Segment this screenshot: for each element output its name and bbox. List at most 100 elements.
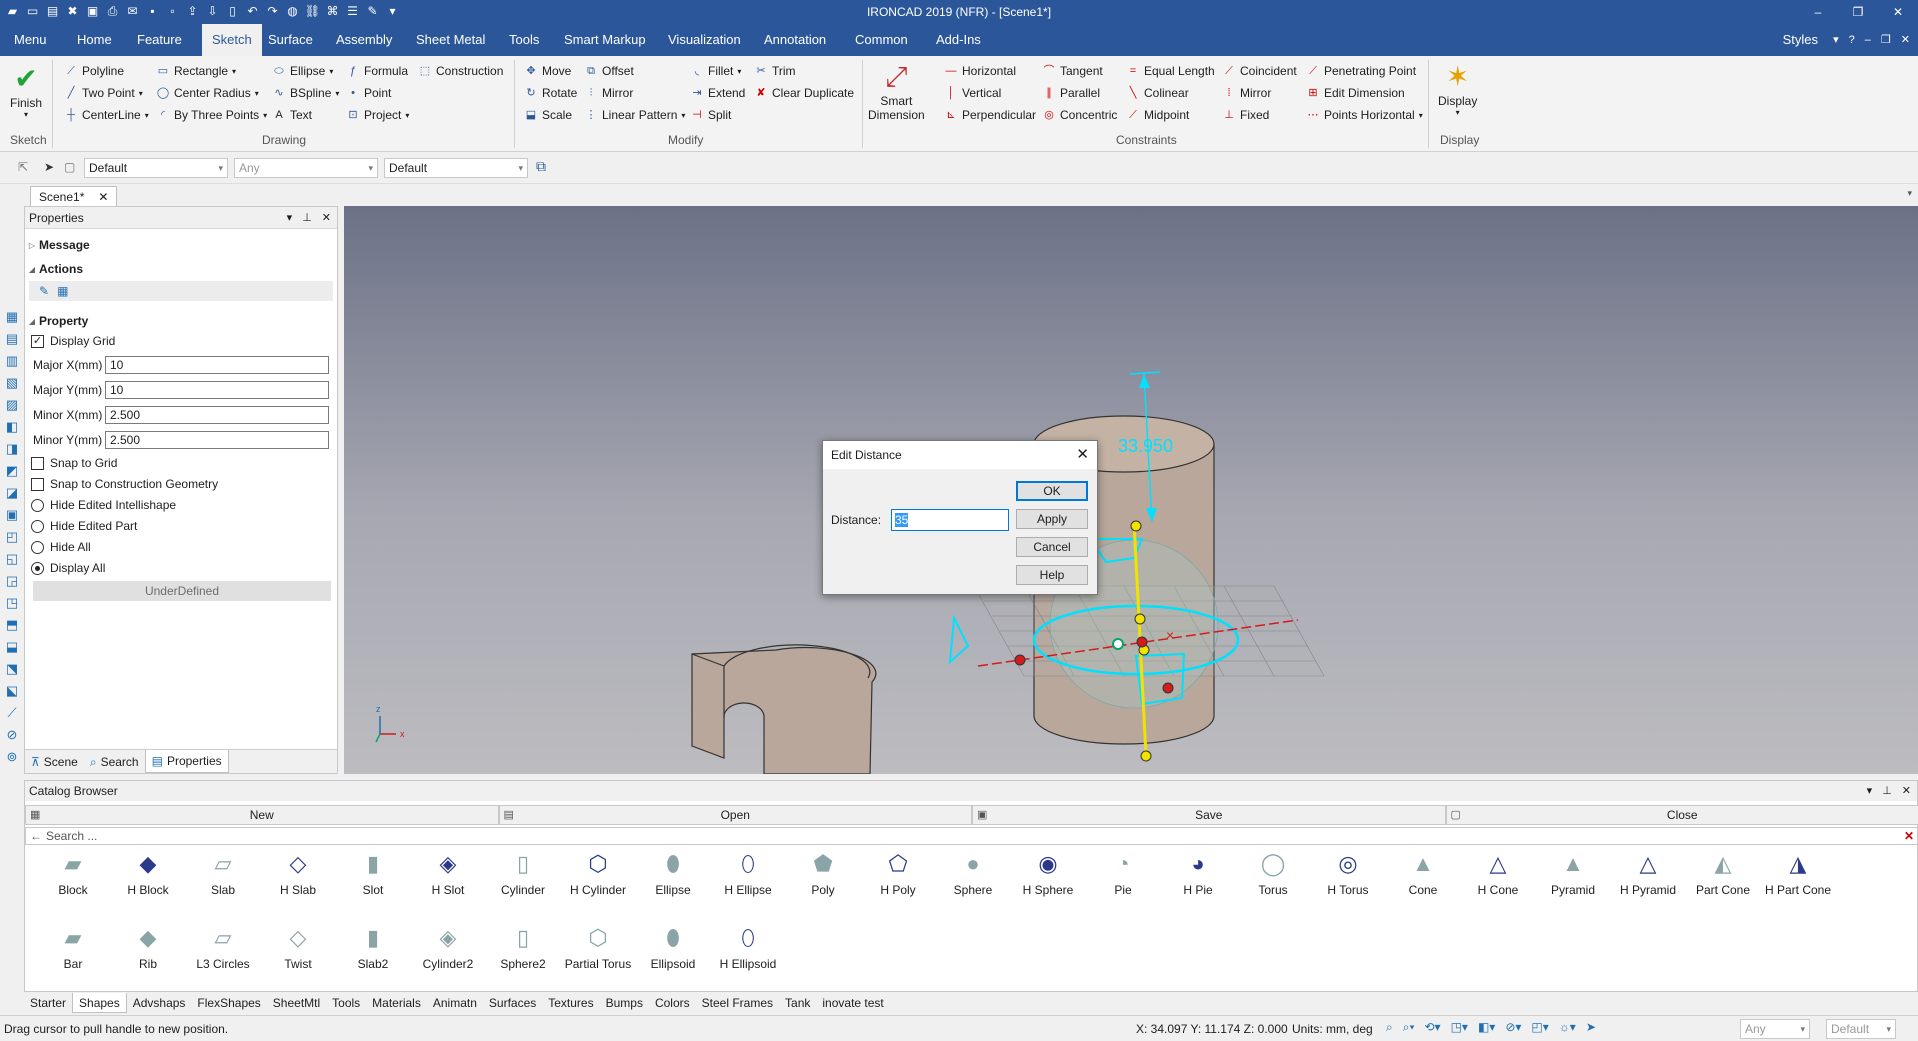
tab-surface[interactable]: Surface — [258, 24, 323, 56]
catalog-open-button[interactable]: ▤ Open — [498, 805, 972, 825]
minor-y-input[interactable]: 2.500 — [105, 431, 329, 449]
camera-icon[interactable]: ◰▾ — [1531, 1020, 1548, 1035]
status-combo-default[interactable]: Default ▾ — [1826, 1019, 1896, 1039]
tab-search[interactable]: ⌕ Search — [84, 750, 145, 773]
c-shape-part[interactable] — [691, 644, 877, 774]
tool-icon-11[interactable]: ◰ — [0, 526, 24, 548]
ok-button[interactable]: OK — [1016, 481, 1088, 501]
catalog-item-part-cone[interactable]: ◭ Part Cone — [1687, 849, 1759, 911]
tab-smart-markup[interactable]: Smart Markup — [554, 24, 656, 56]
distance-input[interactable]: 35 — [891, 509, 1009, 531]
smart-dimension-button[interactable]: ⤢ Smart Dimension — [868, 60, 925, 122]
offset-button[interactable]: ⧉ Offset — [584, 62, 634, 80]
dimension-label[interactable]: 33.950 — [1118, 436, 1173, 456]
catalog-tab-bumps[interactable]: Bumps — [600, 993, 649, 1013]
catalog-tab-inovate-test[interactable]: inovate test — [816, 993, 889, 1013]
ellipse-button[interactable]: ⬭ Ellipse ▾ — [272, 62, 333, 80]
styles-menu[interactable]: Styles — [1783, 24, 1818, 56]
hide-all-radio[interactable]: Hide All — [25, 537, 337, 557]
catalog-item-h-slab[interactable]: ◇ H Slab — [262, 849, 334, 911]
catalog-tab-materials[interactable]: Materials — [366, 993, 427, 1013]
handle-bottom[interactable] — [1140, 750, 1152, 762]
catalog-item-pyramid[interactable]: ▲ Pyramid — [1537, 849, 1609, 911]
actions-section[interactable]: ◢ Actions — [25, 259, 337, 279]
minor-x-input[interactable]: 2.500 — [105, 406, 329, 424]
hide-edited-part-radio[interactable]: Hide Edited Part — [25, 516, 337, 536]
apply-button[interactable]: Apply — [1016, 509, 1088, 529]
catalog-tab-colors[interactable]: Colors — [649, 993, 696, 1013]
catalog-tab-sheetmtl[interactable]: SheetMtl — [267, 993, 326, 1013]
catalog-item-h-block[interactable]: ◆ H Block — [112, 849, 184, 911]
chevron-down-icon[interactable]: ▾ — [1907, 188, 1912, 199]
select-filter-icon[interactable]: ⇱ — [18, 160, 28, 174]
mirror-button[interactable]: ⫶ Mirror — [584, 84, 634, 102]
minimize-button[interactable]: – — [1798, 0, 1838, 24]
hide-edited-intellishape-radio[interactable]: Hide Edited Intellishape — [25, 495, 337, 515]
pointer-icon[interactable]: ➤ — [1586, 1020, 1596, 1035]
rectangle-button[interactable]: ▭ Rectangle ▾ — [156, 62, 236, 80]
clear-duplicate-button[interactable]: ✘ Clear Duplicate — [754, 84, 854, 102]
horizontal-constraint-button[interactable]: — Horizontal — [944, 62, 1017, 80]
catalog-item-h-pie[interactable]: ◕ H Pie — [1162, 849, 1234, 911]
tool-icon-10[interactable]: ▣ — [0, 504, 24, 526]
underdefined-status-button[interactable]: UnderDefined — [33, 581, 331, 601]
trim-button[interactable]: ✂ Trim — [754, 62, 795, 80]
catalog-item-torus[interactable]: ◯ Torus — [1237, 849, 1309, 911]
3d-viewport[interactable]: 33.950 × z x — [344, 206, 1918, 774]
handle-top[interactable] — [1130, 520, 1142, 532]
points-horizontal-button[interactable]: ⋯ Points Horizontal ▾ — [1306, 106, 1423, 124]
catalog-item-h-cone[interactable]: △ H Cone — [1462, 849, 1534, 911]
tool-icon-8[interactable]: ◩ — [0, 460, 24, 482]
catalog-item-cylinder2[interactable]: ◈ Cylinder2 — [412, 923, 484, 985]
tool-icon-14[interactable]: ◳ — [0, 592, 24, 614]
render-mode-icon[interactable]: ◧▾ — [1478, 1020, 1495, 1035]
handle-center-top[interactable] — [1134, 613, 1146, 625]
center-radius-button[interactable]: ◯ Center Radius ▾ — [156, 84, 259, 102]
close-button[interactable]: ✕ — [1878, 0, 1918, 24]
project-button[interactable]: ⊡ Project ▾ — [346, 106, 409, 124]
tab-feature[interactable]: Feature — [127, 24, 192, 56]
tab-assembly[interactable]: Assembly — [326, 24, 402, 56]
tab-scene[interactable]: ⊼ Scene — [25, 750, 84, 773]
combo-any[interactable]: Any ▾ — [234, 158, 378, 178]
major-y-input[interactable]: 10 — [105, 381, 329, 399]
tool-icon-13[interactable]: ◲ — [0, 570, 24, 592]
parallel-constraint-button[interactable]: ∥ Parallel — [1042, 84, 1100, 102]
catalog-item-h-ellipse[interactable]: ⬯ H Ellipse — [712, 849, 784, 911]
tool-icon-7[interactable]: ◨ — [0, 438, 24, 460]
handle-left[interactable] — [1112, 638, 1124, 650]
tool-icon-18[interactable]: ⬕ — [0, 680, 24, 702]
catalog-tab-advshaps[interactable]: Advshaps — [127, 993, 192, 1013]
tool-icon-12[interactable]: ◱ — [0, 548, 24, 570]
chevron-down-icon[interactable]: ▾ — [1867, 781, 1873, 801]
tool-icon-19[interactable]: ⟋ — [0, 702, 24, 724]
tool-icon-17[interactable]: ⬔ — [0, 658, 24, 680]
display-grid-checkbox[interactable]: ✓ Display Grid — [25, 331, 337, 351]
catalog-item-h-cylinder[interactable]: ⬡ H Cylinder — [562, 849, 634, 911]
close-icon[interactable]: ✕ — [1902, 781, 1911, 801]
catalog-new-button[interactable]: ▦ New — [25, 805, 499, 825]
tool-icon-5[interactable]: ▨ — [0, 394, 24, 416]
extend-button[interactable]: ⇥ Extend — [690, 84, 745, 102]
status-combo-any[interactable]: Any ▾ — [1740, 1019, 1810, 1039]
property-section[interactable]: ◢ Property — [25, 311, 337, 331]
zoom-icon[interactable]: ⌕ — [1386, 1020, 1393, 1035]
catalog-save-button[interactable]: ▣ Save — [972, 805, 1446, 825]
pointer-icon[interactable]: ➤ — [44, 160, 54, 174]
two-point-button[interactable]: ╱ Two Point ▾ — [64, 84, 143, 102]
tool-icon-20[interactable]: ⊘ — [0, 724, 24, 746]
tool-icon-2[interactable]: ▤ — [0, 328, 24, 350]
handle-right[interactable] — [1162, 682, 1174, 694]
catalog-close-button[interactable]: ▢ Close — [1445, 805, 1918, 825]
restore-button[interactable]: ❐ — [1838, 0, 1878, 24]
sketch-triangle[interactable] — [948, 614, 970, 665]
handle-far-left[interactable] — [1014, 654, 1026, 666]
display-all-radio[interactable]: Display All — [25, 558, 337, 578]
catalog-item-h-sphere[interactable]: ◉ H Sphere — [1012, 849, 1084, 911]
centerline-button[interactable]: ┼ CenterLine ▾ — [64, 106, 149, 124]
catalog-item-partial-torus[interactable]: ⬡ Partial Torus — [562, 923, 634, 985]
construction-button[interactable]: ⬚ Construction — [418, 62, 504, 80]
catalog-tab-textures[interactable]: Textures — [542, 993, 599, 1013]
colinear-constraint-button[interactable]: ╲ Colinear — [1126, 84, 1189, 102]
linear-pattern-button[interactable]: ⋮ Linear Pattern ▾ — [584, 106, 686, 124]
